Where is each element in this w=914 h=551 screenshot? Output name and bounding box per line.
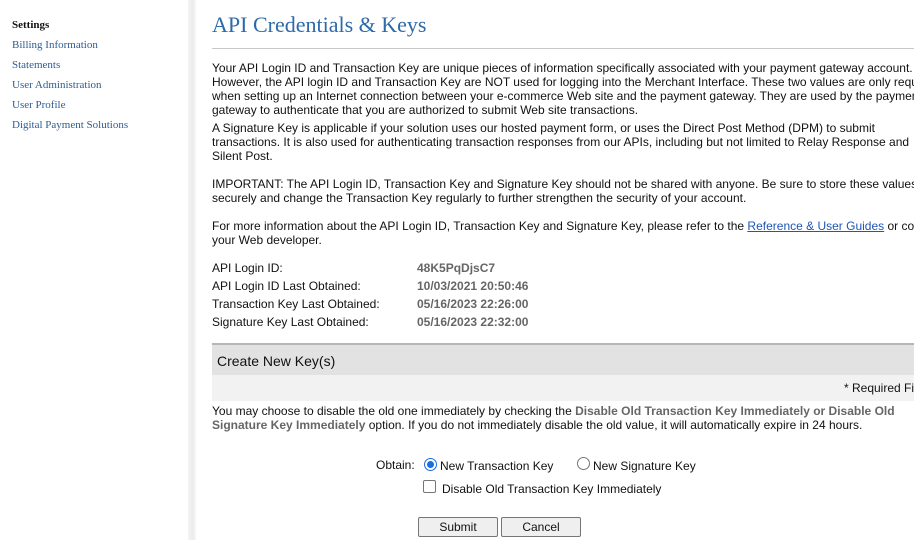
- note-emphasis: Disable Old Transaction Key Immediately …: [575, 404, 895, 418]
- sidebar-item-statements[interactable]: Statements: [12, 59, 60, 71]
- important-line: IMPORTANT: The API Login ID, Transaction…: [212, 177, 914, 191]
- cancel-button[interactable]: Cancel: [501, 517, 581, 537]
- obtain-label: Obtain:: [376, 458, 415, 472]
- note-text: option. If you do not immediately disabl…: [365, 418, 863, 432]
- signature-key-obtained-label: Signature Key Last Obtained:: [212, 315, 369, 329]
- api-login-id-obtained-label: API Login ID Last Obtained:: [212, 279, 361, 293]
- new-transaction-key-radio[interactable]: [424, 458, 437, 471]
- important-line: securely and change the Transaction Key …: [212, 191, 747, 205]
- intro-line: However, the API login ID and Transactio…: [212, 75, 914, 89]
- note-text: You may choose to disable the old one im…: [212, 404, 576, 418]
- disable-old-key-note: You may choose to disable the old one im…: [212, 404, 895, 432]
- signature-key-paragraph: A Signature Key is applicable if your so…: [212, 121, 914, 163]
- main-content: API Credentials & Keys Your API Login ID…: [212, 0, 914, 551]
- create-keys-section-header: Create New Key(s): [212, 343, 914, 375]
- note-emphasis: Signature Key Immediately: [212, 418, 366, 432]
- title-divider: [212, 48, 914, 49]
- intro-line: when setting up an Internet connection b…: [212, 89, 914, 103]
- transaction-key-obtained-label: Transaction Key Last Obtained:: [212, 297, 380, 311]
- sidebar-item-user-administration[interactable]: User Administration: [12, 79, 102, 91]
- sidebar-item-billing-information[interactable]: Billing Information: [12, 39, 98, 51]
- api-login-id-value: 48K5PqDjsC7: [417, 261, 496, 275]
- more-info-text: For more information about the API Login…: [212, 219, 748, 233]
- sidebar: Settings Billing Information Statements …: [0, 0, 188, 551]
- more-info-line2: your Web developer.: [212, 233, 322, 247]
- disable-old-transaction-key-checkbox[interactable]: [423, 480, 436, 493]
- sidebar-divider-shadow: [188, 0, 196, 540]
- disable-old-transaction-key-label[interactable]: Disable Old Transaction Key Immediately: [442, 482, 661, 496]
- important-paragraph: IMPORTANT: The API Login ID, Transaction…: [212, 177, 914, 205]
- intro-paragraph: Your API Login ID and Transaction Key ar…: [212, 61, 914, 117]
- submit-button[interactable]: Submit: [418, 517, 498, 537]
- signature-line: Silent Post.: [212, 149, 273, 163]
- intro-line: gateway to authenticate that you are aut…: [212, 103, 639, 117]
- sidebar-heading-settings: Settings: [12, 19, 50, 31]
- new-signature-key-label[interactable]: New Signature Key: [593, 459, 696, 473]
- more-info-suffix: or co: [884, 219, 914, 233]
- sidebar-item-user-profile[interactable]: User Profile: [12, 99, 65, 111]
- section-title: Create New Key(s): [217, 353, 336, 369]
- api-login-id-obtained-value: 10/03/2021 20:50:46: [417, 279, 529, 293]
- reference-user-guides-link[interactable]: Reference & User Guides: [747, 219, 884, 233]
- sidebar-item-digital-payment-solutions[interactable]: Digital Payment Solutions: [12, 119, 128, 131]
- intro-line: Your API Login ID and Transaction Key ar…: [212, 61, 913, 75]
- page-title: API Credentials & Keys: [212, 12, 427, 37]
- new-signature-key-radio[interactable]: [577, 457, 590, 470]
- transaction-key-obtained-value: 05/16/2023 22:26:00: [417, 297, 529, 311]
- signature-line: transactions. It is also used for authen…: [212, 135, 910, 149]
- required-fields-bar: * Required Fi: [212, 375, 914, 401]
- signature-line: A Signature Key is applicable if your so…: [212, 121, 875, 135]
- signature-key-obtained-value: 05/16/2023 22:32:00: [417, 315, 529, 329]
- required-fields-note: * Required Fi: [843, 381, 914, 395]
- more-info-paragraph: For more information about the API Login…: [212, 219, 914, 247]
- api-login-id-label: API Login ID:: [212, 261, 283, 275]
- new-transaction-key-label[interactable]: New Transaction Key: [440, 459, 553, 473]
